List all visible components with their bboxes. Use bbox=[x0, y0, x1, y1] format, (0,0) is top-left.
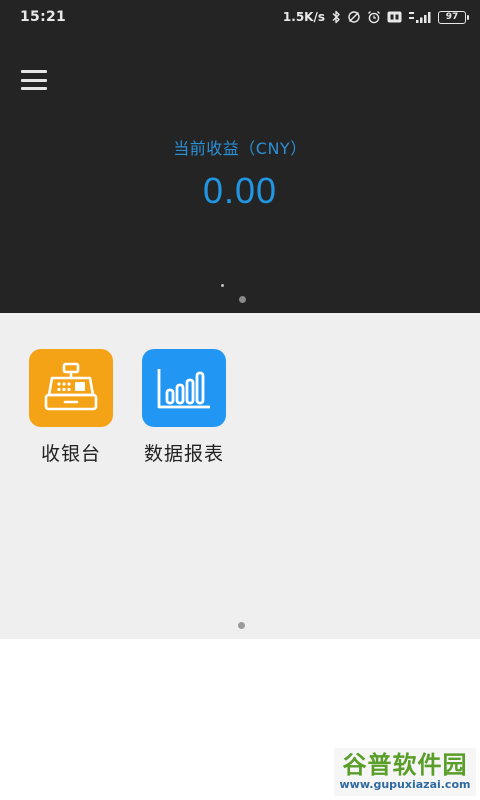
status-bar: 15:21 1.5K/s 97 bbox=[0, 0, 480, 36]
app-tile-reports[interactable]: 数据报表 bbox=[134, 349, 234, 466]
battery-icon: 97 bbox=[438, 10, 469, 24]
bar-chart-icon bbox=[142, 349, 226, 427]
alarm-icon bbox=[367, 9, 381, 25]
hd-icon bbox=[387, 9, 402, 25]
status-time: 15:21 bbox=[20, 9, 67, 25]
header-page-indicator bbox=[239, 296, 246, 303]
earnings-label: 当前收益（CNY） bbox=[173, 139, 307, 158]
do-not-disturb-icon bbox=[347, 9, 361, 25]
decorative-dot bbox=[221, 284, 224, 287]
app-label-cashier: 收银台 bbox=[40, 443, 101, 465]
watermark-title: 谷普软件园 bbox=[342, 751, 468, 779]
battery-level: 97 bbox=[445, 11, 459, 22]
cash-register-icon bbox=[29, 349, 113, 427]
bluetooth-icon bbox=[331, 9, 341, 25]
network-speed: 1.5K/s bbox=[282, 10, 325, 24]
watermark-url: www.gupuxiazai.com bbox=[339, 778, 471, 791]
signal-icon bbox=[408, 9, 432, 25]
earnings-header: 15:21 1.5K/s 97 当前收益（CNY） 0.00 bbox=[0, 0, 480, 313]
earnings-value: 0.00 bbox=[202, 170, 278, 211]
menu-icon[interactable] bbox=[21, 68, 49, 92]
watermark-logo: 谷普软件园 www.gupuxiazai.com bbox=[334, 748, 476, 796]
app-tile-cashier[interactable]: 收银台 bbox=[21, 349, 121, 466]
app-label-reports: 数据报表 bbox=[143, 443, 224, 465]
grid-page-indicator bbox=[238, 622, 245, 629]
status-icons: 1.5K/s 97 bbox=[282, 8, 469, 26]
app-grid: 收银台 数据报表 bbox=[0, 313, 480, 639]
